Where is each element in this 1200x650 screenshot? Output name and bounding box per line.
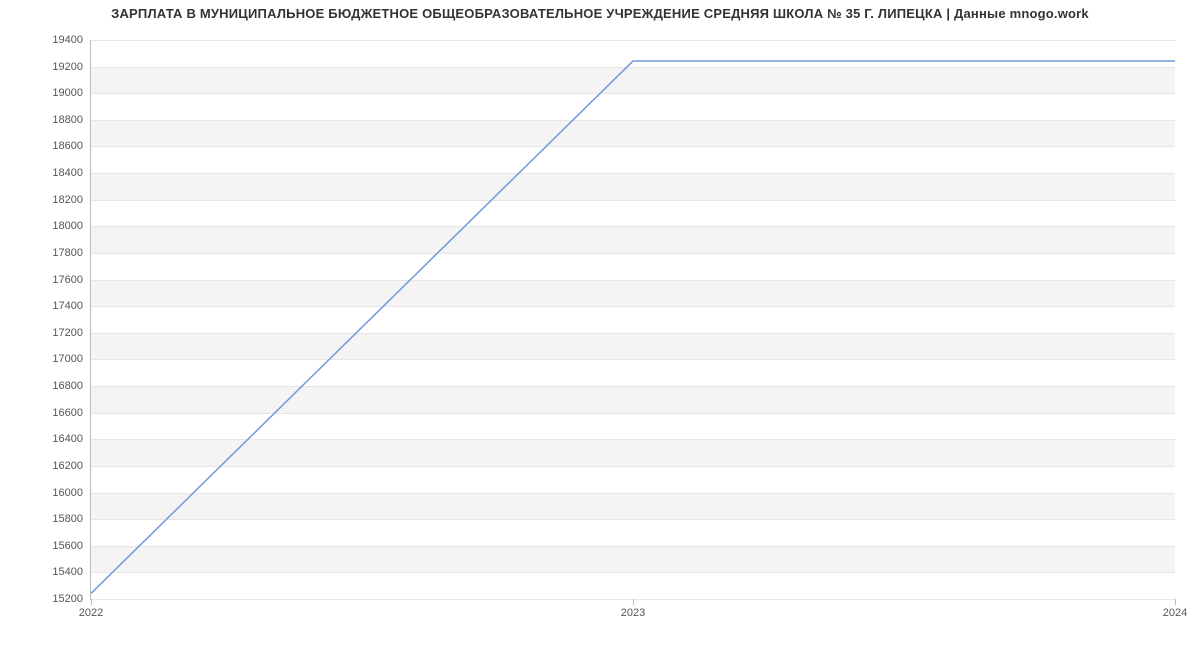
chart-title: ЗАРПЛАТА В МУНИЦИПАЛЬНОЕ БЮДЖЕТНОЕ ОБЩЕО… (0, 6, 1200, 21)
y-tick-label: 17400 (52, 300, 83, 312)
x-tick (1175, 599, 1176, 605)
y-tick-label: 16200 (52, 460, 83, 472)
y-tick-label: 18800 (52, 114, 83, 126)
x-tick-label: 2023 (621, 607, 645, 619)
y-tick-label: 19000 (52, 87, 83, 99)
salary-chart: ЗАРПЛАТА В МУНИЦИПАЛЬНОЕ БЮДЖЕТНОЕ ОБЩЕО… (0, 0, 1200, 650)
y-tick-label: 18600 (52, 140, 83, 152)
x-tick (633, 599, 634, 605)
y-tick-label: 18400 (52, 167, 83, 179)
y-tick-label: 18000 (52, 220, 83, 232)
series-line (91, 61, 1175, 593)
y-tick-label: 15600 (52, 540, 83, 552)
y-tick-label: 19400 (52, 34, 83, 46)
y-tick-label: 15400 (52, 566, 83, 578)
y-tick-label: 17200 (52, 327, 83, 339)
y-tick-label: 18200 (52, 194, 83, 206)
x-tick (91, 599, 92, 605)
plot-area: 1520015400156001580016000162001640016600… (90, 40, 1175, 600)
y-tick-label: 19200 (52, 61, 83, 73)
x-tick-label: 2024 (1163, 607, 1187, 619)
y-tick-label: 16000 (52, 487, 83, 499)
y-tick-label: 16800 (52, 380, 83, 392)
y-tick-label: 17000 (52, 353, 83, 365)
y-tick-label: 15200 (52, 593, 83, 605)
x-tick-label: 2022 (79, 607, 103, 619)
y-tick-label: 17800 (52, 247, 83, 259)
y-tick-label: 16400 (52, 433, 83, 445)
y-tick-label: 16600 (52, 407, 83, 419)
y-tick-label: 15800 (52, 513, 83, 525)
line-series (91, 40, 1175, 599)
y-tick-label: 17600 (52, 274, 83, 286)
